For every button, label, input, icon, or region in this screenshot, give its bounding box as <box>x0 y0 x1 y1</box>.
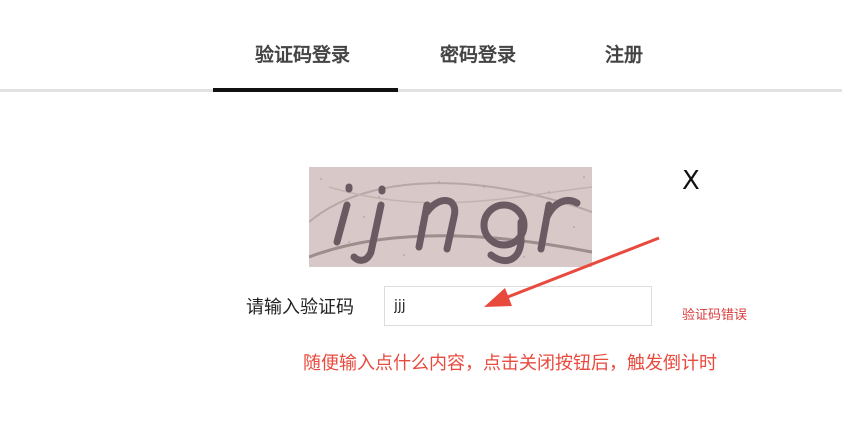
captcha-error-message: 验证码错误 <box>682 308 748 323</box>
annotation-text: 随便输入点什么内容，点击关闭按钮后，触发倒计时 <box>303 353 717 374</box>
close-button[interactable]: X <box>682 168 700 194</box>
active-tab-indicator <box>213 88 398 92</box>
captcha-image[interactable] <box>309 167 592 267</box>
tabs-divider <box>0 89 842 92</box>
tab-register[interactable]: 注册 <box>605 40 643 67</box>
login-tabs: 验证码登录 密码登录 注册 <box>0 0 842 92</box>
captcha-input-label: 请输入验证码 <box>246 297 354 318</box>
captcha-input[interactable] <box>384 286 652 326</box>
tab-captcha-login[interactable]: 验证码登录 <box>255 40 350 67</box>
tab-password-login[interactable]: 密码登录 <box>440 40 516 67</box>
captcha-image-graphic <box>309 167 592 267</box>
